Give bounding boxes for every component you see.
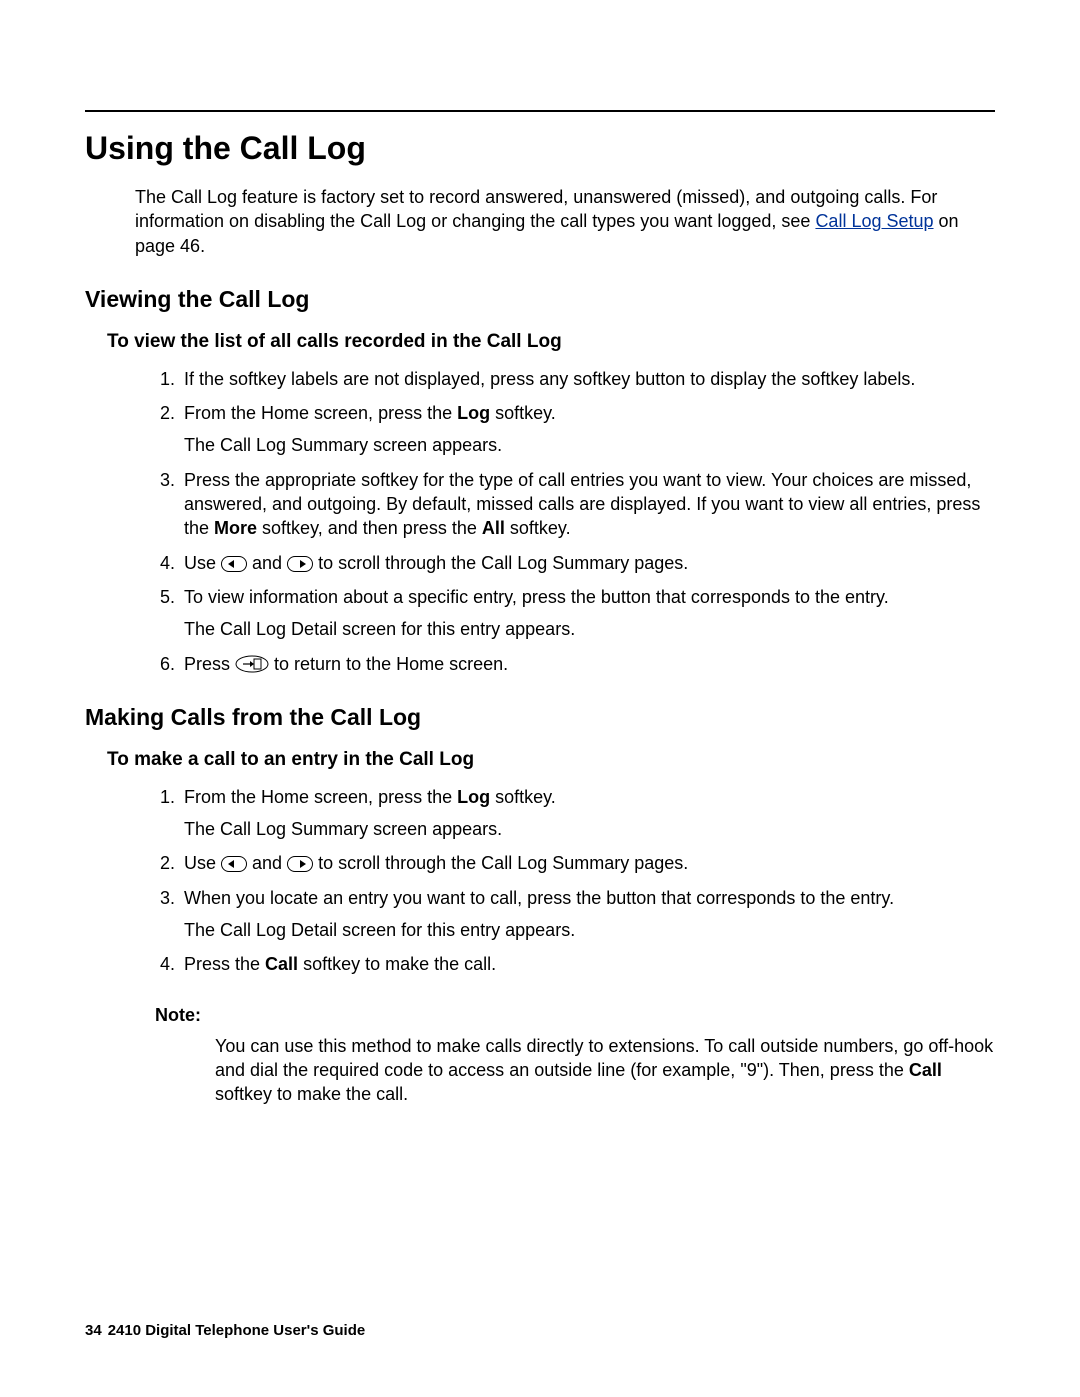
bold-text: Call <box>265 954 298 974</box>
text: Use <box>184 553 221 573</box>
view-steps-list: If the softkey labels are not displayed,… <box>150 367 995 676</box>
page-title: Using the Call Log <box>85 130 995 167</box>
make-step-3: When you locate an entry you want to cal… <box>180 886 995 943</box>
bold-text: Call <box>909 1060 942 1080</box>
bold-text: Log <box>457 787 490 807</box>
note-body: You can use this method to make calls di… <box>215 1034 995 1107</box>
text: to scroll through the Call Log Summary p… <box>318 553 688 573</box>
section-heading-viewing: Viewing the Call Log <box>85 286 995 313</box>
text: to return to the Home screen. <box>274 654 508 674</box>
view-step-5: To view information about a specific ent… <box>180 585 995 642</box>
intro-paragraph: The Call Log feature is factory set to r… <box>135 185 995 258</box>
view-step-2: From the Home screen, press the Log soft… <box>180 401 995 458</box>
step-result: The Call Log Detail screen for this entr… <box>184 617 995 641</box>
bold-text: All <box>482 518 505 538</box>
left-arrow-icon <box>221 856 247 872</box>
step-result: The Call Log Summary screen appears. <box>184 433 995 457</box>
call-log-setup-link[interactable]: Call Log Setup <box>815 211 933 231</box>
view-step-4: Use and to scroll through the Call Log S… <box>180 551 995 575</box>
text: Use <box>184 853 221 873</box>
make-step-4: Press the Call softkey to make the call. <box>180 952 995 976</box>
right-arrow-icon <box>287 556 313 572</box>
subsection-heading-view-list: To view the list of all calls recorded i… <box>107 331 995 353</box>
subsection-heading-make-call: To make a call to an entry in the Call L… <box>107 749 995 771</box>
right-arrow-icon <box>287 856 313 872</box>
text: To view information about a specific ent… <box>184 587 889 607</box>
section-heading-making-calls: Making Calls from the Call Log <box>85 704 995 731</box>
bold-text: Log <box>457 403 490 423</box>
text: and <box>252 553 287 573</box>
view-step-3: Press the appropriate softkey for the ty… <box>180 468 995 541</box>
footer-title: 2410 Digital Telephone User's Guide <box>108 1322 366 1339</box>
page: Using the Call Log The Call Log feature … <box>0 0 1080 1397</box>
left-arrow-icon <box>221 556 247 572</box>
text: and <box>252 853 287 873</box>
text: Press <box>184 654 235 674</box>
view-step-6: Press to return to the Home screen. <box>180 652 995 676</box>
text: From the Home screen, press the <box>184 403 457 423</box>
text: softkey to make the call. <box>215 1084 408 1104</box>
horizontal-rule <box>85 110 995 112</box>
make-step-2: Use and to scroll through the Call Log S… <box>180 851 995 875</box>
text: Press the <box>184 954 265 974</box>
step-result: The Call Log Summary screen appears. <box>184 817 995 841</box>
text: When you locate an entry you want to cal… <box>184 888 894 908</box>
make-steps-list: From the Home screen, press the Log soft… <box>150 785 995 977</box>
bold-text: More <box>214 518 257 538</box>
text: From the Home screen, press the <box>184 787 457 807</box>
step-result: The Call Log Detail screen for this entr… <box>184 918 995 942</box>
text: softkey. <box>505 518 571 538</box>
text: softkey. <box>490 403 556 423</box>
text: You can use this method to make calls di… <box>215 1036 993 1080</box>
note-label: Note: <box>155 1005 995 1026</box>
text: softkey, and then press the <box>257 518 482 538</box>
page-footer: 34 2410 Digital Telephone User's Guide <box>85 1322 365 1339</box>
view-step-1: If the softkey labels are not displayed,… <box>180 367 995 391</box>
text: softkey. <box>490 787 556 807</box>
text: to scroll through the Call Log Summary p… <box>318 853 688 873</box>
page-number: 34 <box>85 1322 102 1339</box>
text: softkey to make the call. <box>298 954 496 974</box>
exit-icon <box>235 655 269 673</box>
make-step-1: From the Home screen, press the Log soft… <box>180 785 995 842</box>
